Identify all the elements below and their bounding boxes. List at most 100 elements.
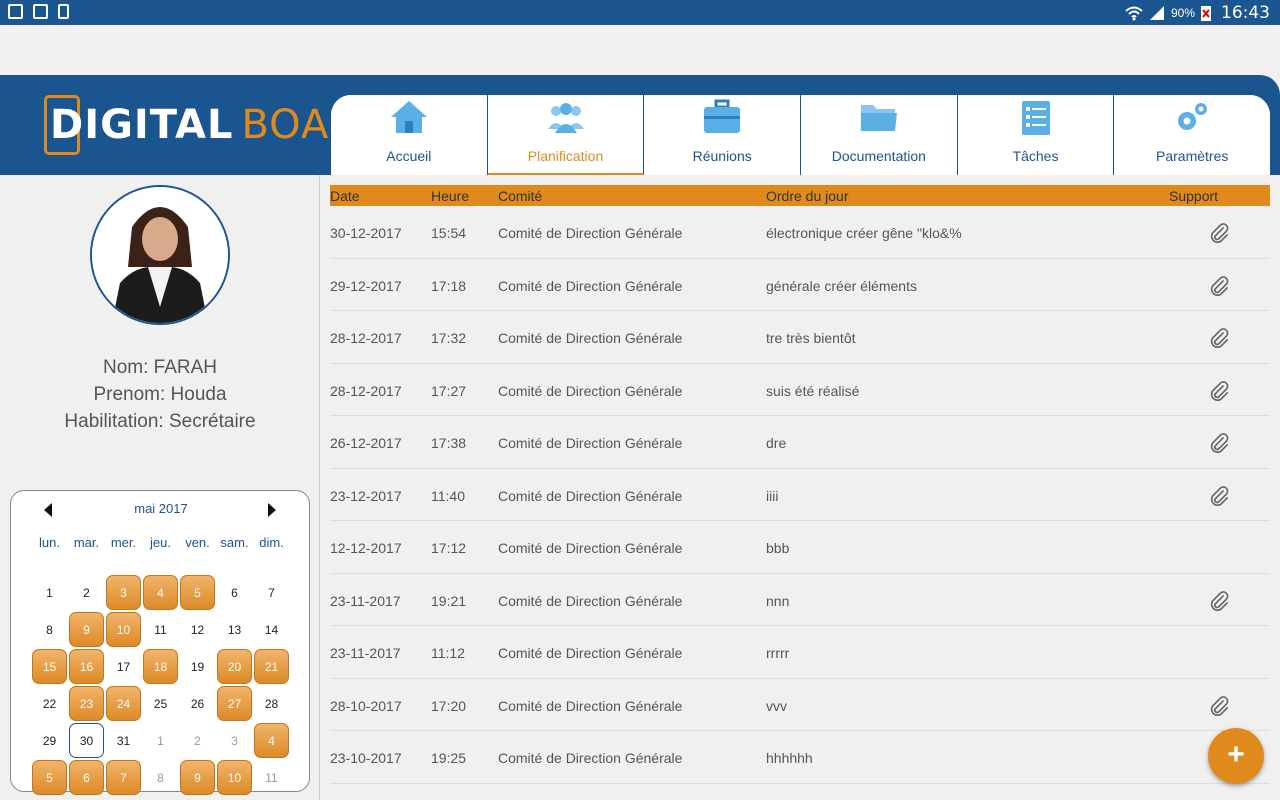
calendar-day[interactable]: 26 xyxy=(180,686,215,721)
calendar-day[interactable]: 25 xyxy=(143,686,178,721)
table-row[interactable]: 29-12-2017 17:18 Comité de Direction Génér… xyxy=(330,259,1270,311)
attachment-icon[interactable] xyxy=(1208,275,1230,297)
calendar-day[interactable]: 3 xyxy=(217,723,252,758)
calendar-day[interactable]: 14 xyxy=(254,612,289,647)
cell-date: 29-12-2017 xyxy=(330,277,402,294)
calendar-day[interactable]: 13 xyxy=(217,612,252,647)
cell-date: 23-11-2017 xyxy=(330,592,401,609)
cell-comite: Comité de Direction Générale xyxy=(498,487,683,504)
calendar-day[interactable]: 2 xyxy=(69,575,104,610)
attachment-icon[interactable] xyxy=(1208,222,1230,244)
tab-reunions[interactable]: Réunions xyxy=(644,95,802,175)
table-row[interactable]: 23-11-2017 11:12 Comité de Direction Génér… xyxy=(330,626,1270,679)
calendar-day[interactable]: 17 xyxy=(106,649,141,684)
notification-image-icon xyxy=(33,4,48,19)
profile-photo xyxy=(92,187,228,323)
calendar-day[interactable]: 16 xyxy=(69,649,104,684)
cell-date: 23-12-2017 xyxy=(330,487,402,504)
profile-prenom: Prenom: Houda xyxy=(93,384,227,405)
calendar-day[interactable]: 18 xyxy=(143,649,178,684)
calendar-next-icon[interactable] xyxy=(268,503,276,517)
calendar-day[interactable]: 10 xyxy=(217,760,252,795)
tab-parametres[interactable]: Paramètres xyxy=(1114,95,1270,175)
calendar-day[interactable]: 23 xyxy=(69,686,104,721)
calendar-day[interactable]: 19 xyxy=(180,649,215,684)
table-row[interactable]: 23-11-2017 19:21 Comité de Direction Génér… xyxy=(330,574,1270,626)
calendar-day[interactable]: 29 xyxy=(32,723,67,758)
tab-planification[interactable]: Planification xyxy=(487,95,645,175)
calendar-day[interactable]: 28 xyxy=(254,686,289,721)
notification-check-icon xyxy=(8,4,23,19)
cell-heure: 19:21 xyxy=(431,592,467,609)
attachment-icon[interactable] xyxy=(1208,485,1230,507)
calendar-day[interactable]: 9 xyxy=(69,612,104,647)
cell-ordre: électronique créer gêne "klo&% xyxy=(766,225,962,241)
attachment-icon[interactable] xyxy=(1208,695,1230,717)
calendar-day[interactable]: 2 xyxy=(180,723,215,758)
calendar-day[interactable]: 4 xyxy=(143,575,178,610)
calendar-day[interactable]: 11 xyxy=(254,760,289,795)
tab-label: Planification xyxy=(527,148,604,164)
calendar-day[interactable]: 5 xyxy=(32,760,67,795)
table-body: 30-12-2017 15:54 Comité de Direction Génér… xyxy=(330,206,1270,784)
attachment-icon[interactable] xyxy=(1208,327,1230,349)
cell-ordre: hhhhhh xyxy=(766,750,813,766)
calendar-day[interactable]: 1 xyxy=(32,575,67,610)
table-row[interactable]: 23-10-2017 19:25 Comité de Direction Génér… xyxy=(330,731,1270,784)
calendar-day[interactable]: 15 xyxy=(32,649,67,684)
calendar-day[interactable]: 11 xyxy=(143,612,178,647)
calendar-day[interactable]: 9 xyxy=(180,760,215,795)
table-row[interactable]: 23-12-2017 11:40 Comité de Direction Génér… xyxy=(330,469,1270,521)
calendar-day[interactable]: 7 xyxy=(106,760,141,795)
calendar-day[interactable]: 1 xyxy=(143,723,178,758)
calendar-day[interactable]: 30 xyxy=(69,723,104,758)
calendar-day[interactable]: 5 xyxy=(180,575,215,610)
attachment-icon[interactable] xyxy=(1208,590,1230,612)
cell-date: 12-12-2017 xyxy=(330,540,402,556)
calendar-day[interactable]: 3 xyxy=(106,575,141,610)
calendar-day[interactable]: 22 xyxy=(32,686,67,721)
calendar-day[interactable]: 24 xyxy=(106,686,141,721)
table-row[interactable]: 28-10-2017 17:20 Comité de Direction Génér… xyxy=(330,679,1270,731)
table-row[interactable]: 26-12-2017 17:38 Comité de Direction Génér… xyxy=(330,416,1270,469)
cell-heure: 19:25 xyxy=(431,750,467,766)
calendar-day[interactable]: 31 xyxy=(106,723,141,758)
tab-label: Paramètres xyxy=(1156,148,1229,164)
calendar-day[interactable]: 6 xyxy=(69,760,104,795)
tab-accueil[interactable]: Accueil xyxy=(331,95,488,175)
table-row[interactable]: 12-12-2017 17:12 Comité de Direction Génér… xyxy=(330,521,1270,574)
wifi-icon xyxy=(1125,6,1143,21)
header: DIGITAL BOARD Accueil Planification Réun… xyxy=(0,75,1280,175)
calendar-day[interactable]: 27 xyxy=(217,686,252,721)
calendar-day[interactable]: 8 xyxy=(143,760,178,795)
cell-heure: 17:12 xyxy=(431,540,467,556)
calendar-weekday: sam. xyxy=(220,535,249,550)
cell-heure: 17:27 xyxy=(431,382,467,399)
calendar-day[interactable]: 20 xyxy=(217,649,252,684)
cell-comite: Comité de Direction Générale xyxy=(498,330,683,346)
avatar xyxy=(90,185,230,325)
attachment-icon[interactable] xyxy=(1208,380,1230,402)
cell-ordre: nnn xyxy=(766,592,790,609)
table-row[interactable]: 30-12-2017 15:54 Comité de Direction Génér… xyxy=(330,206,1270,259)
tab-taches[interactable]: Tâches xyxy=(957,95,1115,175)
add-button[interactable]: + xyxy=(1208,728,1264,784)
calendar-day[interactable]: 10 xyxy=(106,612,141,647)
calendar-day[interactable]: 21 xyxy=(254,649,289,684)
calendar-day[interactable]: 8 xyxy=(32,612,67,647)
table-row[interactable]: 28-12-2017 17:32 Comité de Direction Génér… xyxy=(330,311,1270,364)
calendar-day[interactable]: 12 xyxy=(180,612,215,647)
calendar-day[interactable]: 7 xyxy=(254,575,289,610)
calendar: mai 2017 lun. mar. mer. jeu. ven. sam. dim. 1 2 3… xyxy=(10,490,310,795)
attachment-icon[interactable] xyxy=(1208,432,1230,454)
tab-label: Réunions xyxy=(692,148,752,164)
cell-date: 23-11-2017 xyxy=(330,645,401,661)
profile-habilitation: Habilitation: Secrétaire xyxy=(64,411,256,432)
cell-heure: 17:38 xyxy=(431,435,467,451)
calendar-day[interactable]: 4 xyxy=(254,723,289,758)
cell-heure: 17:32 xyxy=(431,330,467,346)
table-row[interactable]: 28-12-2017 17:27 Comité de Direction Génér… xyxy=(330,364,1270,416)
plus-icon: + xyxy=(1227,738,1245,771)
tab-documentation[interactable]: Documentation xyxy=(801,95,958,175)
calendar-day[interactable]: 6 xyxy=(217,575,252,610)
